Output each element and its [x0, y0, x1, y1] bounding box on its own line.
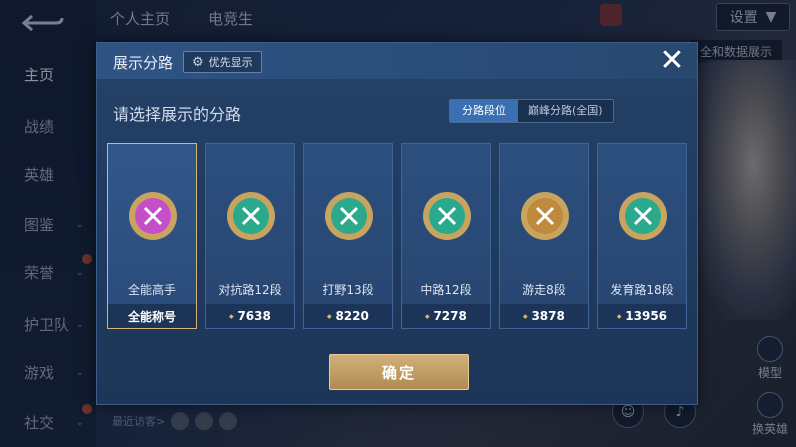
lane-card-value: 7278	[433, 309, 467, 323]
all-round-emblem-icon	[129, 192, 177, 240]
close-button[interactable]: ✕	[657, 46, 687, 77]
lane-card-value: 8220	[335, 309, 369, 323]
close-icon: ✕	[659, 43, 685, 78]
jungle-emblem-icon	[325, 192, 373, 240]
dialog-subtitle: 请选择展示的分路	[113, 105, 242, 124]
priority-display-label: 优先显示	[208, 56, 253, 69]
lane-card-score: ⬩ 7278	[402, 304, 490, 328]
gear-icon: ⚙	[192, 54, 204, 70]
lane-card-name: 打野13段	[322, 283, 374, 297]
lane-card-name: 对抗路12段	[218, 283, 282, 297]
priority-display-button[interactable]: ⚙ 优先显示	[183, 51, 262, 73]
lane-card[interactable]: 打野13段 ⬩ 8220	[303, 143, 393, 329]
confirm-button[interactable]: 确定	[329, 354, 469, 390]
lane-mode-toggle: 分路段位 巅峰分路(全国)	[449, 99, 614, 123]
lane-card-score: 全能称号	[108, 304, 196, 328]
lane-card-score: ⬩ 3878	[500, 304, 588, 328]
farm-lane-emblem-icon	[619, 192, 667, 240]
power-gem-icon: ⬩	[616, 308, 622, 323]
lane-card[interactable]: 中路12段 ⬩ 7278	[401, 143, 491, 329]
lane-card-value: 7638	[237, 309, 271, 323]
dialog-title: 展示分路	[113, 54, 174, 72]
lane-card[interactable]: 发育路18段 ⬩ 13956	[597, 143, 687, 329]
lane-card-name: 发育路18段	[610, 283, 674, 297]
mid-lane-emblem-icon	[423, 192, 471, 240]
power-gem-icon: ⬩	[425, 308, 430, 323]
lane-card-score: ⬩ 8220	[304, 304, 392, 328]
lane-card-name: 中路12段	[420, 283, 472, 297]
power-gem-icon: ⬩	[327, 308, 332, 323]
tab-lane-rank[interactable]: 分路段位	[450, 100, 518, 122]
roam-emblem-icon	[521, 192, 569, 240]
lane-card-score: ⬩ 7638	[206, 304, 294, 328]
lane-card-value: 全能称号	[127, 309, 176, 324]
tab-peak-lane[interactable]: 巅峰分路(全国)	[518, 100, 613, 122]
lane-card-name: 游走8段	[522, 283, 566, 297]
power-gem-icon: ⬩	[523, 308, 528, 323]
lane-card-value: 13956	[625, 309, 668, 323]
lane-card-score: ⬩ 13956	[598, 304, 686, 328]
lane-display-dialog: 展示分路 ⚙ 优先显示 ✕ 请选择展示的分路 分路段位 巅峰分路(全国) 全能高…	[96, 42, 698, 405]
lane-card[interactable]: 对抗路12段 ⬩ 7638	[205, 143, 295, 329]
lane-card-name: 全能高手	[127, 283, 176, 297]
power-gem-icon: ⬩	[229, 308, 234, 323]
clash-lane-emblem-icon	[227, 192, 275, 240]
lane-card-value: 3878	[531, 309, 565, 323]
lane-card[interactable]: 全能高手 全能称号	[107, 143, 197, 329]
lane-card-list: 全能高手 全能称号 对抗路12段 ⬩ 7638 打野13段 ⬩ 8220 中路12段 ⬩ 7278 游…	[107, 143, 691, 333]
lane-card[interactable]: 游走8段 ⬩ 3878	[499, 143, 589, 329]
confirm-label: 确定	[381, 363, 416, 382]
